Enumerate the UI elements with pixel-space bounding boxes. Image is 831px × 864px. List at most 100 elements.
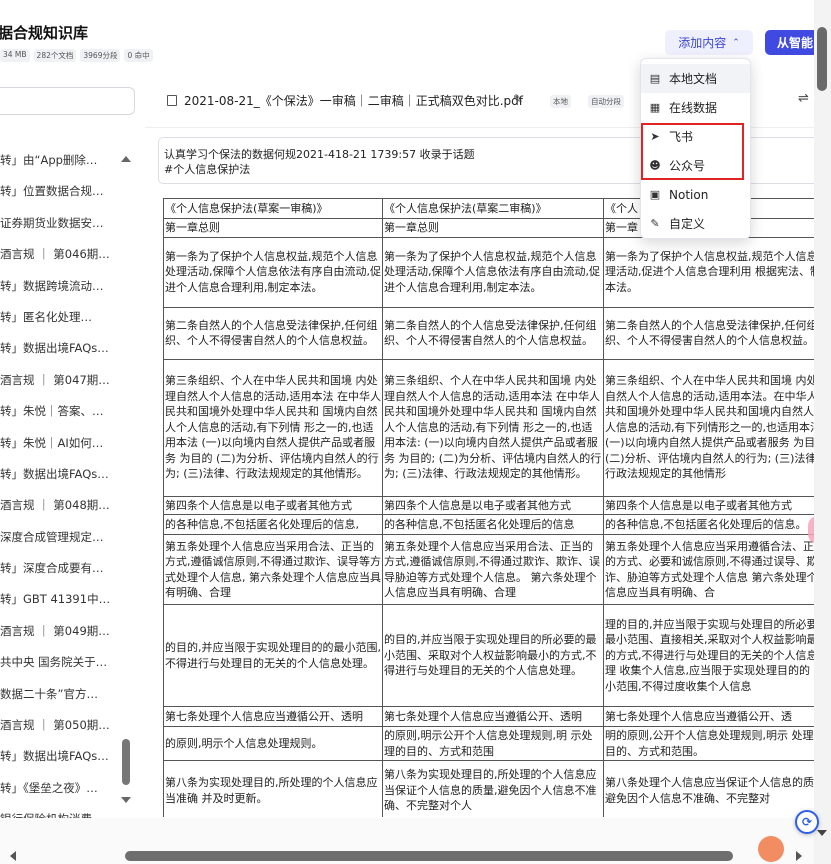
table-row: 第三条组织、个人在中华人民共和国境 内处理自然人个人信息的活动,适用本法 在中华… <box>163 358 814 497</box>
custom-icon: ✎ <box>650 217 660 230</box>
table-cell: 的各种信息,不包括匿名化处理后的信息。 <box>603 514 814 535</box>
doc-list-item[interactable]: 酒言规 ｜ 第047期… <box>0 365 120 396</box>
doc-count-badge: 282个文档 <box>33 49 77 62</box>
page-scrollbar-thumb[interactable] <box>817 27 827 91</box>
doc-list-item[interactable]: 酒言规 ｜ 第046期… <box>0 239 120 270</box>
sidebar-scrollbar-thumb[interactable] <box>122 739 130 785</box>
assistant-icon[interactable]: ⟳ <box>795 810 819 834</box>
table-cell: 第五条处理个人信息应当采用合法、正当的方式,遵循诚信原则,不得通过欺诈、欺诈、误… <box>382 534 604 605</box>
avatar[interactable] <box>758 836 784 862</box>
table-row: 第一条为了保护个人信息权益,规范个人信息处理活动,保障个人信息依法有序自由流动,… <box>163 236 814 308</box>
doc-list-item[interactable]: 酒言规 ｜ 第050期… <box>0 710 120 741</box>
table-cell: 《个人信息保护法(草案二审稿)》 <box>382 198 604 219</box>
doc-list-item[interactable]: 深度合成管理规定… <box>0 522 120 553</box>
horizontal-scrollbar-thumb[interactable] <box>125 851 733 861</box>
notion-icon: ▣ <box>649 188 661 201</box>
doc-list-item[interactable]: 酒言规 ｜ 第048期… <box>0 490 120 521</box>
kb-title: 据合规知识库 <box>0 24 89 42</box>
table-cell: 的目的,并应当限于实现处理目的的最小范围,不得进行与处理目的无关的个人信息处理。 <box>163 604 383 707</box>
scroll-left-icon[interactable] <box>10 851 16 861</box>
doc-list: 转」由“App删除… 转」位置数据合规… 证券期货业数据安… 酒言规 ｜ 第04… <box>0 145 120 836</box>
doc-list-item[interactable]: 转」匿名化处理… <box>0 302 120 333</box>
table-cell: 第三条组织、个人在中华人民共和国境 内处理自然人个人信息的活动,适用本法 在中华… <box>382 358 604 497</box>
table-cell: 第七条处理个人信息应当遵循公开、透明 <box>382 706 604 727</box>
table-cell: 的原则,明示公开个人信息处理规则,明 示处理的目的、方式和范围 <box>382 726 604 761</box>
doc-list-item[interactable]: 转」《堡垒之夜》… <box>0 773 120 804</box>
search-input[interactable] <box>0 87 135 115</box>
table-cell: 《个人信息保护法(草案一审稿)》 <box>163 198 383 219</box>
doc-list-item[interactable]: 转」数据跨境流动… <box>0 271 120 302</box>
menu-item-label: Notion <box>669 187 709 202</box>
segment-mode-tag: 自动分段 <box>588 95 624 108</box>
table-cell: 第四条个人信息是以电子或者其他方式 <box>163 495 383 515</box>
table-cell: 第二条自然人的个人信息受法律保护,任何组织、个人不得侵害自然人的个人信息权益。 <box>603 306 814 360</box>
kb-stats: 34 MB 282个文档 3969分段 0 命中 <box>0 49 153 62</box>
table-row: 的目的,并应当限于实现处理目的的最小范围,不得进行与处理目的无关的个人信息处理。… <box>163 604 814 707</box>
table-cell: 的各种信息,不包括匿名化处理后的信息 <box>382 514 604 535</box>
table-row: 的各种信息,不包括匿名化处理后的信息, 的各种信息,不包括匿名化处理后的信息 的… <box>163 514 814 535</box>
menu-item-custom[interactable]: ✎ 自定义 <box>641 209 750 238</box>
doc-list-item[interactable]: 酒言规 ｜ 第049期… <box>0 616 120 647</box>
table-cell: 第一章总则 <box>382 218 604 238</box>
chevron-up-icon: ⌃ <box>732 37 740 48</box>
comparison-table: 《个人信息保护法(草案一审稿)》 《个人信息保护法(草案二审稿)》 《个人 第一… <box>163 198 814 817</box>
doc-list-item[interactable]: 转」数据出境FAQs… <box>0 741 120 772</box>
table-cell: 第四条个人信息是以电子或者其他方式 <box>603 495 814 515</box>
menu-item-label: 本地文档 <box>669 72 718 86</box>
source-tag: 本地 <box>550 95 571 108</box>
table-cell: 第七条处理个人信息应当遵循公开、透 <box>603 706 814 727</box>
doc-list-item[interactable]: 数据二十条”官方… <box>0 679 120 710</box>
menu-item-label: 自定义 <box>669 217 706 231</box>
doc-list-item[interactable]: 转」数据出境FAQs… <box>0 333 120 364</box>
table-row: 第八条为实现处理目的,所处理的个人信息应当准确 并及时更新。 第八条为实现处理目… <box>163 760 814 817</box>
settings-icon[interactable]: ⇌ <box>798 91 809 106</box>
add-content-label: 添加内容 <box>678 36 727 50</box>
doc-list-item[interactable]: 转」位置数据合规… <box>0 176 120 207</box>
menu-item-local-doc[interactable]: ▤ 本地文档 <box>641 64 750 93</box>
menu-item-online-data[interactable]: ▦ 在线数据 <box>641 93 750 122</box>
scroll-right-icon[interactable] <box>796 851 802 861</box>
file-icon: ▤ <box>649 72 661 85</box>
table-cell: 理的目的,并应当限于实现与处理目的所必要的最小范围、直接相关,采取对个人权益影响… <box>603 604 814 707</box>
table-row: 第七条处理个人信息应当遵循公开、透明 第七条处理个人信息应当遵循公开、透明 第七… <box>163 706 814 727</box>
doc-sidebar: 转」由“App删除… 转」位置数据合规… 证券期货业数据安… 酒言规 ｜ 第04… <box>0 74 145 826</box>
table-cell: 第五条处理个人信息应当采用合法、正当的方式,遵循诚信原则,不得通过欺诈、误导等方… <box>163 534 383 605</box>
doc-list-item[interactable]: 证券期货业数据安… <box>0 208 120 239</box>
segment-count-badge: 3969分段 <box>80 49 121 62</box>
table-cell: 第八条处理个人信息应当保证个人信息的质量,避免因个人信息不准确、不完整对 <box>603 760 814 817</box>
table-cell: 第四条个人信息是以电子或者其他方式 <box>382 495 604 515</box>
table-cell: 第一章总则 <box>163 218 383 238</box>
add-content-button[interactable]: 添加内容 ⌃ <box>665 30 753 55</box>
table-row: 第四条个人信息是以电子或者其他方式 第四条个人信息是以电子或者其他方式 第四条个… <box>163 495 814 515</box>
document-icon <box>167 95 177 106</box>
size-badge: 34 MB <box>0 49 30 62</box>
doc-list-item[interactable]: 共中央 国务院关于… <box>0 647 120 678</box>
doc-list-item[interactable]: 转」朱悦｜AI如何… <box>0 428 120 459</box>
page-scrollbar[interactable] <box>814 0 831 864</box>
table-row: 第二条自然人的个人信息受法律保护,任何组织、个人不得侵害自然人的个人信息权益。 … <box>163 306 814 360</box>
scroll-down-icon[interactable] <box>121 797 131 803</box>
doc-list-item[interactable]: 转」朱悦｜答案、… <box>0 396 120 427</box>
table-row: 第五条处理个人信息应当采用合法、正当的方式,遵循诚信原则,不得通过欺诈、误导等方… <box>163 534 814 605</box>
table-cell: 第一条为了保护个人信息权益,规范个人信息处理活动,保障个人信息依法有序自由流动,… <box>382 236 604 308</box>
table-cell: 第一条为了保护个人信息权益,规范个人信息处理活动,促进个人信息合理利用 根据宪法… <box>603 236 814 308</box>
table-cell: 第二条自然人的个人信息受法律保护,任何组织、个人不得侵害自然人的个人信息权益。 <box>163 306 383 360</box>
table-cell: 第二条自然人的个人信息受法律保护,任何组织、个人不得侵害自然人的个人信息权益。 <box>382 306 604 360</box>
scroll-down-icon[interactable] <box>817 830 827 836</box>
online-data-icon: ▦ <box>649 101 661 114</box>
highlight-box <box>641 123 744 180</box>
menu-item-notion[interactable]: ▣ Notion <box>641 180 750 209</box>
table-cell: 第七条处理个人信息应当遵循公开、透明 <box>163 706 383 727</box>
table-cell: 第八条为实现处理目的,所处理的个人信息应当保证个人信息的质量,避免因个人信息不准… <box>382 760 604 817</box>
doc-list-item[interactable]: 转」深度合成要有… <box>0 553 120 584</box>
doc-list-item[interactable]: 转」数据出境FAQs… <box>0 459 120 490</box>
table-cell: 的目的,并应当限于实现处理目的所必要的最小范围、采取对个人权益影响最小的方式,不… <box>382 604 604 707</box>
edit-icon[interactable]: ✎ <box>513 92 523 106</box>
table-row: 的原则,明示个人信息处理规则。 的原则,明示公开个人信息处理规则,明 示处理的目… <box>163 726 814 761</box>
doc-list-item[interactable]: 转」由“App删除… <box>0 145 120 176</box>
table-cell: 第三条组织、个人在中华人民共和国境 内处理自然人个人信息的活动,适用本法。在中华… <box>603 358 814 497</box>
doc-list-item[interactable]: 转」GBT 41391中… <box>0 584 120 615</box>
scroll-up-icon[interactable] <box>121 156 131 162</box>
table-cell: 第五条处理个人信息应当采用遵循合法、正当的方式、必要和诚信原则,不得通过误导、欺… <box>603 534 814 605</box>
hit-count-badge: 0 命中 <box>124 49 153 62</box>
